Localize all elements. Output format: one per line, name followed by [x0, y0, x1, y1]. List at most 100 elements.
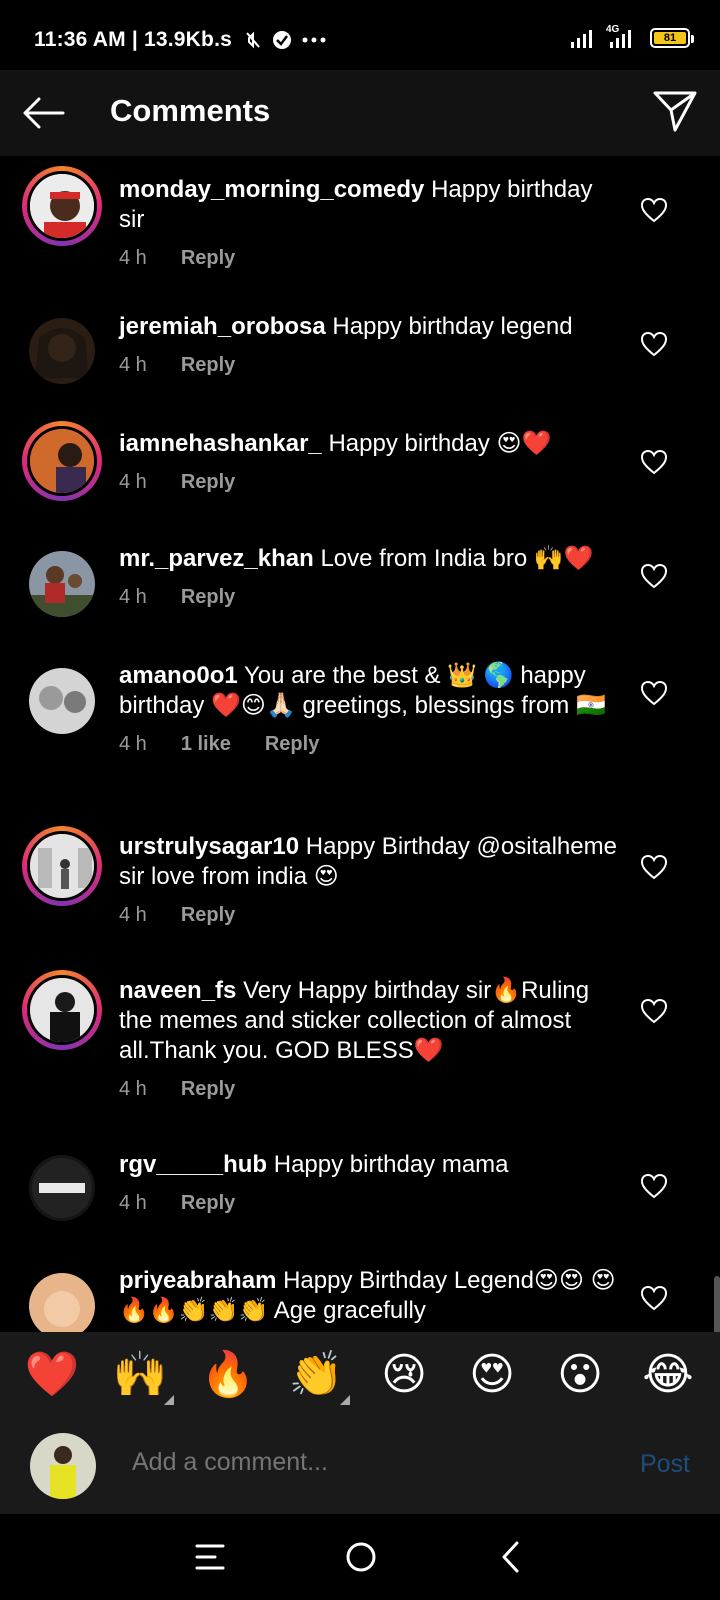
comment-meta: 4 h Reply	[119, 582, 619, 612]
comment-text-line: monday_morning_comedy Happy birthday sir	[119, 175, 619, 235]
comment-text-line: urstrulysagar10 Happy Birthday @osita​lh…	[119, 832, 619, 892]
reply-button[interactable]: Reply	[181, 1188, 235, 1218]
comment-like-count[interactable]: 1 like	[181, 729, 231, 759]
share-button[interactable]	[652, 88, 698, 134]
home-button[interactable]	[336, 1532, 386, 1582]
recent-apps-button[interactable]	[185, 1532, 235, 1582]
comment-text-line: rgv_____hub Happy birthday mama	[119, 1150, 619, 1180]
comment-text-line: jeremiah_orobosa Happy birthday legend	[119, 312, 619, 342]
post-button[interactable]: Post	[640, 1450, 690, 1479]
avatar-image	[29, 1155, 95, 1221]
mute-icon	[246, 31, 260, 49]
avatar[interactable]	[22, 421, 102, 501]
emoji-fire-button[interactable]: 🔥	[198, 1345, 258, 1405]
avatar-image	[29, 551, 95, 617]
comment-input[interactable]	[132, 1448, 602, 1477]
reply-button[interactable]: Reply	[181, 243, 235, 273]
comment-username[interactable]: naveen_fs	[119, 977, 236, 1004]
reply-button[interactable]: Reply	[181, 900, 235, 930]
emoji-surprised-button[interactable]: 😮	[550, 1345, 610, 1405]
comment-text: Happy birthday legend	[332, 313, 573, 340]
avatar-image	[27, 171, 97, 241]
header-bar: Comments	[0, 70, 720, 156]
avatar-image	[27, 831, 97, 901]
like-heart-icon[interactable]	[640, 331, 668, 357]
emoji-laughing-button[interactable]: 😂	[638, 1345, 698, 1405]
like-heart-icon[interactable]	[640, 1173, 668, 1199]
comment-text-line: iamnehashankar_ Happy birthday 😍❤️	[119, 429, 619, 459]
comment-username[interactable]: priyeabraham	[119, 1267, 276, 1294]
avatar[interactable]	[22, 661, 102, 741]
comment-time: 4 h	[119, 354, 147, 376]
home-circle-icon	[346, 1542, 376, 1572]
comment-username[interactable]: monday_morning_comedy	[119, 176, 424, 203]
comment-meta: 4 h 1 like Reply	[119, 729, 619, 759]
comment-text-line: mr._parvez_khan Love from India bro 🙌❤️	[119, 544, 619, 574]
comment-username[interactable]: amano0o1	[119, 662, 238, 689]
avatar-image	[27, 426, 97, 496]
emoji-crying-button[interactable]: 😢	[374, 1345, 434, 1405]
comment-username[interactable]: rgv_____hub	[119, 1151, 267, 1178]
comment-username[interactable]: jeremiah_orobosa	[119, 313, 326, 340]
comment-body: naveen_fs Very Happy birthday sir🔥Ruling…	[119, 976, 619, 1104]
system-nav-bar	[0, 1514, 720, 1600]
avatar-image	[29, 1273, 95, 1332]
emoji-quick-bar: ❤️ 🙌 🔥 👏 😢 😍 😮 😂	[0, 1332, 720, 1418]
comment-time: 4 h	[119, 247, 147, 269]
more-dots-icon	[302, 37, 326, 43]
comment-body: rgv_____hub Happy birthday mama 4 h Reply	[119, 1150, 619, 1218]
avatar[interactable]	[22, 1266, 102, 1332]
like-heart-icon[interactable]	[640, 998, 668, 1024]
like-heart-icon[interactable]	[640, 563, 668, 589]
reply-button[interactable]: Reply	[181, 467, 235, 497]
comment-body: urstrulysagar10 Happy Birthday @osita​lh…	[119, 832, 619, 930]
like-heart-icon[interactable]	[640, 1285, 668, 1311]
avatar[interactable]	[22, 826, 102, 906]
scrollbar[interactable]	[714, 1276, 720, 1332]
page-title: Comments	[110, 93, 271, 128]
comment-username[interactable]: mr._parvez_khan	[119, 545, 314, 572]
avatar[interactable]	[22, 544, 102, 624]
avatar-image	[29, 318, 95, 384]
reply-button[interactable]: Reply	[265, 729, 319, 759]
status-time: 11:36 AM | 13.9Kb.s	[34, 28, 232, 51]
signal-icon	[571, 30, 592, 48]
system-back-button[interactable]	[486, 1532, 536, 1582]
emoji-clap-button[interactable]: 👏	[286, 1345, 350, 1405]
skin-tone-indicator-icon	[164, 1395, 174, 1405]
check-circle-icon	[273, 31, 291, 49]
avatar[interactable]	[22, 166, 102, 246]
comment-compose-bar: Post	[0, 1418, 720, 1514]
comment-time: 4 h	[119, 471, 147, 493]
comment-time: 4 h	[119, 904, 147, 926]
battery-level: 81	[654, 32, 686, 44]
comment-meta: 4 h Reply	[119, 467, 619, 497]
like-heart-icon[interactable]	[640, 854, 668, 880]
status-right: 4G 81	[570, 24, 694, 48]
comment-body: jeremiah_orobosa Happy birthday legend 4…	[119, 312, 619, 380]
comment-meta: 4 h Reply	[119, 1188, 619, 1218]
emoji-heart-button[interactable]: ❤️	[22, 1345, 82, 1405]
comment-body: mr._parvez_khan Love from India bro 🙌❤️ …	[119, 544, 619, 612]
like-heart-icon[interactable]	[640, 449, 668, 475]
comment-username[interactable]: iamnehashankar_	[119, 430, 322, 457]
avatar[interactable]	[22, 970, 102, 1050]
avatar[interactable]	[22, 1148, 102, 1228]
comment-time: 4 h	[119, 1192, 147, 1214]
emoji-raised-hands-button[interactable]: 🙌	[110, 1345, 174, 1405]
battery-icon: 81	[650, 28, 694, 48]
emoji-heart-eyes-button[interactable]: 😍	[462, 1345, 522, 1405]
reply-button[interactable]: Reply	[181, 350, 235, 380]
reply-button[interactable]: Reply	[181, 1074, 235, 1104]
comments-list[interactable]: monday_morning_comedy Happy birthday sir…	[0, 156, 720, 1332]
emoji-clap-glyph: 👏	[288, 1350, 344, 1399]
comment-body: amano0o1 You are the best & 👑 🌎 happy bi…	[119, 661, 619, 759]
comment-username[interactable]: urstrulysagar10	[119, 833, 299, 860]
like-heart-icon[interactable]	[640, 680, 668, 706]
back-button[interactable]	[20, 92, 66, 134]
reply-button[interactable]: Reply	[181, 582, 235, 612]
avatar[interactable]	[22, 311, 102, 391]
send-icon	[653, 91, 697, 132]
like-heart-icon[interactable]	[640, 197, 668, 223]
signal-4g-icon	[610, 30, 631, 48]
